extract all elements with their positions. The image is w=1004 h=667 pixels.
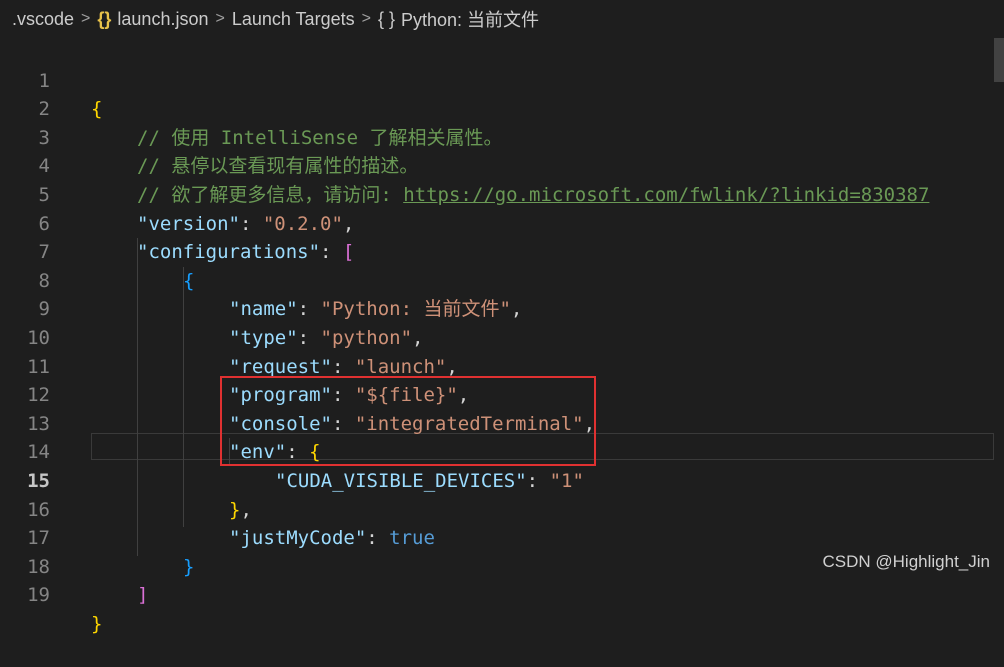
code-line[interactable]: 18 ] [0,524,1004,607]
breadcrumb-section[interactable]: Launch Targets [232,9,355,30]
json-braces-icon: {} [97,8,112,29]
code-line[interactable]: 5 "version": "0.2.0", [0,152,1004,235]
code-line[interactable]: 16 "justMyCode": true [0,467,1004,550]
annotation-highlight-box [220,376,596,466]
code-line[interactable]: 3 // 悬停以查看现有属性的描述。 [0,95,1004,178]
vertical-scrollbar-thumb[interactable] [994,38,1004,82]
line-content: } [91,610,102,639]
line-number: 19 [27,584,50,607]
code-line[interactable]: 4 // 欲了解更多信息，请访问: https://go.microsoft.c… [0,124,1004,206]
breadcrumb-separator: > [215,10,225,27]
code-line[interactable]: 8 "name": "Python: 当前文件", [0,238,1004,321]
breadcrumb-separator: > [361,10,371,27]
code-line[interactable]: 17 } [0,496,1004,578]
code-line[interactable]: 9 "type": "python", [0,267,1004,349]
code-editor[interactable]: 1 { 2 // 使用 IntelliSense 了解相关属性。 3 // 悬停… [0,38,1004,635]
breadcrumb-item[interactable]: Python: 当前文件 [401,6,539,32]
code-line[interactable]: 11 "program": "${file}", [0,324,1004,407]
brace: } [91,612,103,635]
watermark: CSDN @Highlight_Jin [822,552,991,571]
breadcrumb-file[interactable]: launch.json [117,9,208,30]
code-line[interactable]: 2 // 使用 IntelliSense 了解相关属性。 [0,67,1004,149]
breadcrumb-folder[interactable]: .vscode [12,9,74,30]
bracket: ] [137,584,149,607]
code-line[interactable]: 10 "request": "launch", [0,295,1004,378]
breadcrumb: .vscode > {} launch.json > Launch Target… [0,0,1004,38]
breadcrumb-separator: > [81,10,91,27]
object-braces-icon: { } [377,8,395,29]
code-line[interactable]: 6 "configurations": [ [0,181,1004,264]
line-content: ] [137,581,148,610]
code-line[interactable]: 7 { [0,210,1004,292]
code-line[interactable]: 1 { [0,38,1004,121]
